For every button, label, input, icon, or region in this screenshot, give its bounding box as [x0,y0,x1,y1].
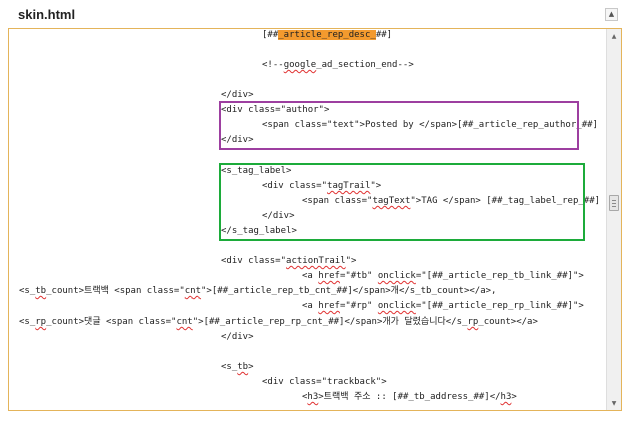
spellcheck-flagged-word: tb [237,362,249,372]
code-token: ="#tb" [339,271,378,281]
spellcheck-flagged-word: google [283,60,317,70]
code-line[interactable]: <a href="#tb" onclick="[##_article_rep_t… [302,270,584,282]
code-line[interactable]: <s_tb> [221,361,254,373]
spellcheck-flagged-word: rp [467,317,479,327]
code-token: </div> [262,211,295,221]
code-token: [## [262,30,279,40]
code-token: <s_tag_label> [221,166,292,176]
spellcheck-flagged-word: h3 [307,392,319,402]
code-token: <s_ [19,317,36,327]
code-token: <s_ [221,362,238,372]
code-line[interactable]: <span class="tagText">TAG </span> [##_ta… [302,195,600,207]
spellcheck-flagged-word: tagTrail [327,181,371,191]
code-line[interactable]: <div class="tagTrail"> [262,180,381,192]
code-token: _count>댓글 <span class=" [46,317,177,327]
code-line[interactable]: <div class="author"> [221,104,329,116]
code-token: ">[##_article_rep_tb_cnt_##]</span>개</s_… [201,286,497,296]
code-token: <div class="trackback"> [262,377,387,387]
scroll-up-button[interactable]: ▲ [607,29,621,43]
code-line[interactable]: <s_tag_label> [221,165,291,177]
code-area[interactable]: [##_article_rep_desc_##] <!--google_ad_s… [9,29,606,410]
code-token: </div> [221,135,254,145]
spellcheck-flagged-word: cnt [184,286,202,296]
code-line[interactable]: <div class="actionTrail"> [221,255,356,267]
code-line[interactable]: <h3>트랙백 주소 :: [##_tb_address_##]</h3> [302,391,517,403]
code-editor[interactable]: [##_article_rep_desc_##] <!--google_ad_s… [8,28,622,411]
spellcheck-flagged-word: href [318,271,340,281]
code-token: </div> [221,90,254,100]
code-token: > [511,392,517,402]
code-token: ">[##_article_rep_rp_cnt_##]</span>개가 달렸… [192,317,468,327]
highlighted-text: _article_rep_desc_ [278,30,376,40]
code-token: "> [370,181,382,191]
vertical-scrollbar[interactable]: ▲ ▼ [606,29,621,410]
code-token: </div> [221,332,254,342]
code-token: _count></a> [478,317,538,327]
code-token: "> [345,256,357,266]
code-token: <!-- [262,60,284,70]
code-token: ="#rp" [339,301,378,311]
collapse-arrow-icon: ▲ [608,10,615,18]
code-token: <a [302,271,319,281]
spellcheck-flagged-word: actionTrail [286,256,346,266]
code-line[interactable]: </div> [221,331,254,343]
code-token: <a [302,301,319,311]
collapse-button[interactable]: ▲ [605,8,618,21]
scroll-up-arrow-icon: ▲ [611,32,617,40]
code-token: <s_ [19,286,36,296]
code-line[interactable]: </s_tag_label> [221,225,297,237]
spellcheck-flagged-word: rp [35,317,47,327]
spellcheck-flagged-word: tb [35,286,47,296]
code-token: <div class=" [221,256,287,266]
code-line[interactable]: <!--google_ad_section_end--> [262,59,414,71]
code-line[interactable]: <div class="trackback"> [262,376,387,388]
spellcheck-flagged-word: href [318,301,340,311]
code-token: <div class=" [262,181,328,191]
code-token: ="[##_article_rep_rp_link_##]"> [415,301,584,311]
code-line[interactable]: </div> [221,89,254,101]
code-line[interactable]: </div> [221,134,254,146]
panel-title: skin.html [18,7,76,22]
spellcheck-flagged-word: cnt [176,317,193,327]
code-token: ="[##_article_rep_tb_link_##]"> [415,271,584,281]
code-token: <span class=" [302,196,373,206]
code-line[interactable]: <s_tb_count>트랙백 <span class="cnt">[##_ar… [19,285,496,297]
spellcheck-flagged-word: tagText [372,196,411,206]
scrollbar-thumb[interactable] [609,194,619,211]
code-token: _ad_section_end--> [316,60,414,70]
spellcheck-flagged-word: h3 [500,392,512,402]
scroll-down-button[interactable]: ▼ [607,396,621,410]
code-token: _count>트랙백 <span class=" [46,286,185,296]
spellcheck-flagged-word: onclick [377,301,416,311]
code-token: ">TAG </span> [##_tag_label_rep_##] [410,196,601,206]
code-token: >트랙백 주소 :: [##_tb_address_##]</ [318,392,501,402]
code-token: <div class="author"> [221,105,330,115]
code-token: ##] [375,30,393,40]
scroll-down-arrow-icon: ▼ [611,399,617,407]
spellcheck-flagged-word: onclick [377,271,416,281]
code-token: > [248,362,254,372]
code-line[interactable]: [##_article_rep_desc_##] [262,29,392,41]
code-line[interactable]: <s_rp_count>댓글 <span class="cnt">[##_art… [19,316,538,328]
code-token: <span class="text">Posted by </span>[##_… [262,120,598,130]
code-line[interactable]: </div> [262,210,295,222]
code-line[interactable]: <span class="text">Posted by </span>[##_… [262,119,598,131]
code-line[interactable]: <a href="#rp" onclick="[##_article_rep_r… [302,300,584,312]
code-token: </s_tag_label> [221,226,297,236]
